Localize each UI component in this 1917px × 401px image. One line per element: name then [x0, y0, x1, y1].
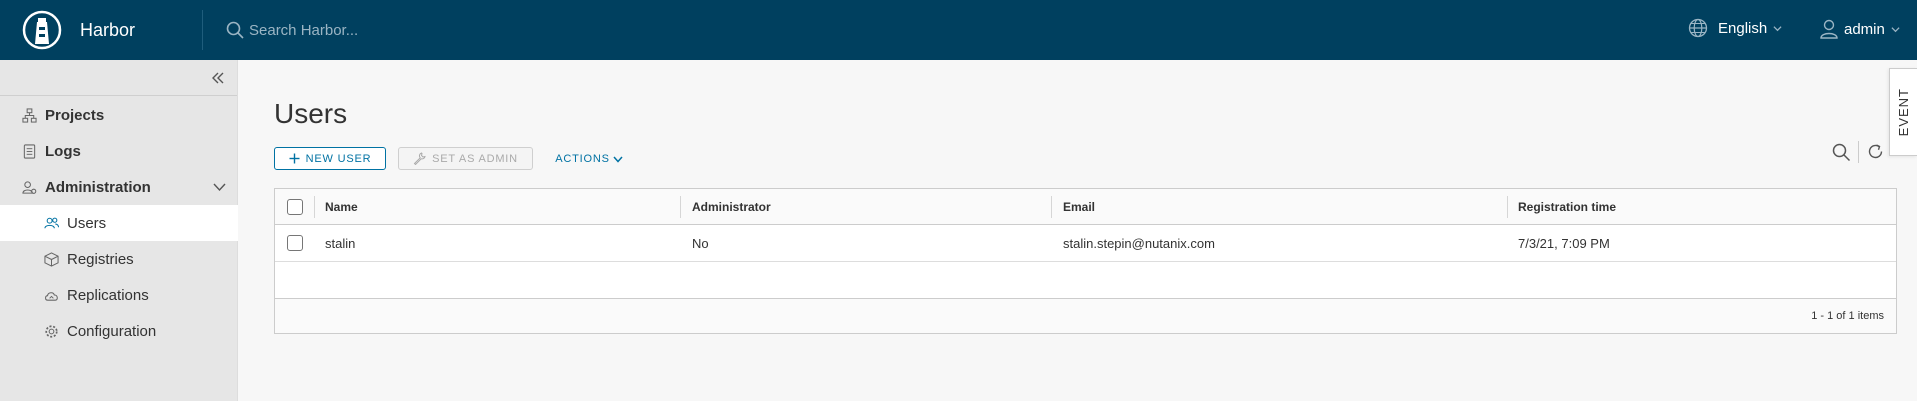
chevron-down-icon [1773, 25, 1782, 31]
chevron-down-icon [1891, 26, 1900, 32]
sidebar-item-label: Configuration [67, 322, 157, 340]
set-as-admin-button[interactable]: SET AS ADMIN [398, 147, 533, 170]
sidebar-item-label: Logs [45, 142, 81, 160]
projects-icon [22, 107, 37, 123]
sidebar-item-label: Projects [45, 106, 105, 124]
user-icon [1820, 19, 1838, 39]
pagination-summary: 1 - 1 of 1 items [1811, 310, 1884, 322]
users-table: Name Administrator Email Registration ti… [274, 188, 1897, 334]
sidebar-item-replications[interactable]: Replications [0, 277, 238, 313]
column-header-registration-time[interactable]: Registration time [1518, 189, 1616, 224]
column-separator [1507, 196, 1508, 218]
new-user-button[interactable]: NEW USER [274, 147, 386, 170]
language-label: English [1718, 19, 1768, 37]
new-user-label: NEW USER [305, 152, 372, 165]
chevron-down-icon [613, 156, 623, 163]
sidebar-item-users[interactable]: Users [0, 205, 238, 241]
app-name: Harbor [80, 19, 136, 40]
set-as-admin-label: SET AS ADMIN [432, 152, 518, 165]
language-selector[interactable]: English [1688, 18, 1782, 38]
sidebar: Projects Logs Administration Users Regis… [0, 60, 238, 401]
select-all-cell [287, 189, 303, 224]
registries-icon [44, 251, 59, 267]
cell-email: stalin.stepin@nutanix.com [1063, 235, 1215, 251]
search-icon[interactable] [1831, 142, 1851, 162]
replications-icon [45, 291, 58, 301]
sidebar-item-logs[interactable]: Logs [0, 133, 238, 169]
users-icon [44, 217, 59, 228]
cell-name: stalin [325, 235, 356, 251]
collapse-sidebar-icon[interactable] [209, 69, 227, 87]
cell-administrator: No [692, 235, 709, 251]
harbor-logo-icon [22, 10, 62, 50]
sidebar-item-configuration[interactable]: Configuration [0, 313, 238, 349]
actions-label: ACTIONS [555, 152, 610, 165]
gear-icon [45, 324, 58, 338]
chevron-down-icon [213, 183, 226, 192]
column-header-email[interactable]: Email [1063, 189, 1095, 224]
table-row[interactable]: stalin No stalin.stepin@nutanix.com 7/3/… [275, 225, 1896, 262]
sidebar-item-label: Registries [67, 250, 134, 268]
user-menu[interactable]: admin [1818, 18, 1900, 40]
actions-dropdown[interactable]: ACTIONS [549, 147, 629, 170]
event-tab[interactable]: EVENT [1889, 68, 1917, 156]
logs-icon [23, 143, 36, 159]
cell-registration-time: 7/3/21, 7:09 PM [1518, 235, 1610, 251]
globe-icon [1688, 18, 1708, 38]
table-footer: 1 - 1 of 1 items [275, 298, 1896, 333]
sidebar-item-label: Replications [67, 286, 149, 304]
brand[interactable]: Harbor [22, 10, 135, 50]
event-tab-label: EVENT [1896, 87, 1911, 137]
search-input[interactable] [249, 21, 549, 39]
top-navbar: Harbor English admin [0, 0, 1917, 60]
table-header: Name Administrator Email Registration ti… [275, 189, 1896, 225]
sidebar-item-projects[interactable]: Projects [0, 97, 238, 133]
column-separator [680, 196, 681, 218]
column-header-name[interactable]: Name [325, 189, 358, 224]
plus-icon [289, 153, 300, 164]
wrench-icon [413, 152, 426, 165]
page-title: Users [274, 98, 348, 129]
sidebar-item-registries[interactable]: Registries [0, 241, 238, 277]
toolbar-divider [1858, 141, 1859, 163]
header-divider [202, 10, 203, 50]
sidebar-item-label: Administration [45, 178, 151, 196]
administration-icon [22, 180, 37, 194]
sidebar-collapse-bar [0, 60, 237, 96]
sidebar-item-label: Users [67, 214, 107, 232]
column-separator [314, 196, 315, 218]
row-select-cell [287, 225, 303, 261]
select-all-checkbox[interactable] [287, 198, 303, 215]
username: admin [1844, 20, 1885, 38]
refresh-icon[interactable] [1866, 142, 1885, 161]
sidebar-item-administration[interactable]: Administration [0, 169, 238, 205]
search-icon [226, 21, 244, 39]
column-separator [1051, 196, 1052, 218]
column-header-administrator[interactable]: Administrator [692, 189, 771, 224]
global-search [225, 18, 549, 42]
row-checkbox[interactable] [287, 235, 303, 251]
